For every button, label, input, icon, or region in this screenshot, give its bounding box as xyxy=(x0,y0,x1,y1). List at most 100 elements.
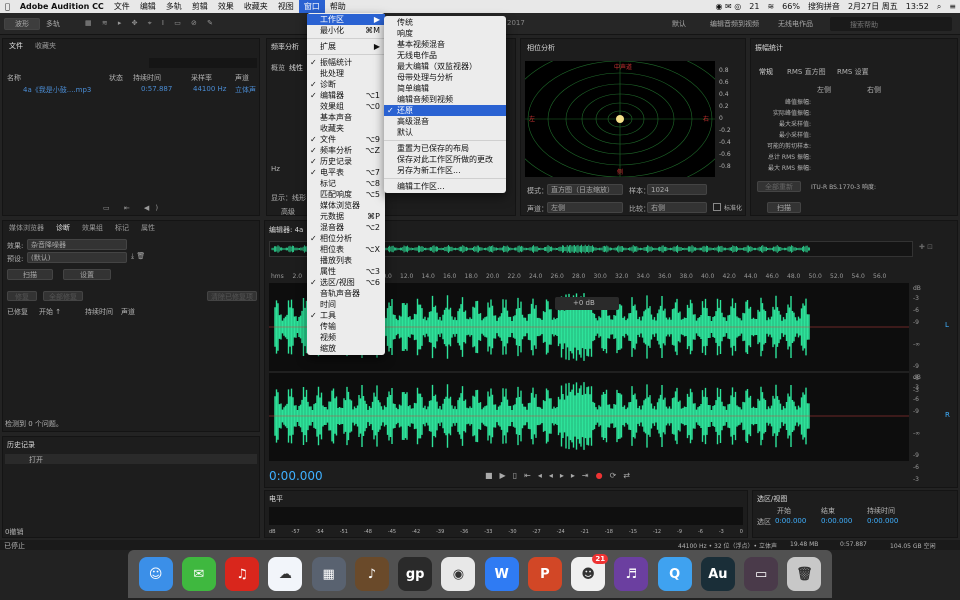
menu-file[interactable]: 文件 xyxy=(109,0,135,13)
baidu-netdisk-icon[interactable]: ☁ xyxy=(268,557,303,591)
repair-all-button[interactable]: 全部修复 xyxy=(43,291,83,301)
preset-select[interactable]: (默认) xyxy=(27,252,127,263)
sel-end-value[interactable]: 0:00.000 xyxy=(821,517,852,525)
workspace-menu-item[interactable]: 传统 xyxy=(384,17,506,28)
tab-media-browser[interactable]: 媒体浏览器 xyxy=(3,223,50,233)
history-item[interactable]: 打开 xyxy=(5,454,257,464)
window-menu-item[interactable]: ✓ 历史记录 xyxy=(307,156,385,167)
apple-menu-icon[interactable]:  xyxy=(0,0,15,13)
window-menu-item[interactable]: ✓ 振幅统计 xyxy=(307,57,385,68)
screen-preview-icon[interactable]: ▭ xyxy=(744,557,779,591)
tab-effects-rack[interactable]: 效果组 xyxy=(76,223,109,233)
window-menu-item[interactable]: ✓ 诊断 xyxy=(307,79,385,90)
window-menu-item[interactable]: ✓ 编辑器 ⌥1 xyxy=(307,90,385,101)
powerpoint-icon[interactable]: P xyxy=(527,557,562,591)
repair-button[interactable]: 修复 xyxy=(7,291,37,301)
app-menu[interactable]: Adobe Audition CC xyxy=(15,0,109,13)
tab-rms-settings[interactable]: RMS 设置 xyxy=(837,67,869,77)
window-menu-item[interactable]: 工作区 ▶ xyxy=(307,14,385,25)
menu-effects[interactable]: 效果 xyxy=(213,0,239,13)
phase-samples-select[interactable]: 1024 xyxy=(647,184,707,195)
window-menu-item[interactable]: ✓ 相位分析 xyxy=(307,233,385,244)
sel-duration-value[interactable]: 0:00.000 xyxy=(867,517,898,525)
tab-favorites[interactable]: 收藏夹 xyxy=(29,41,62,51)
workspace-menu-item[interactable]: 编辑工作区... xyxy=(384,181,506,192)
menu-list-icon[interactable]: ≡ xyxy=(945,2,960,11)
window-menu-item[interactable]: 批处理 xyxy=(307,68,385,79)
window-menu-item[interactable]: 媒体浏览器 xyxy=(307,200,385,211)
window-menu-item[interactable]: 播放列表 xyxy=(307,255,385,266)
tab-files[interactable]: 文件 xyxy=(3,41,29,51)
workspace-menu-item[interactable]: 编辑音频到视频 xyxy=(384,94,506,105)
qq-icon[interactable]: ☻ 21 xyxy=(571,554,609,591)
notification-badge[interactable]: 21 xyxy=(745,2,763,11)
workspace-menu-item[interactable]: 无线电作品 xyxy=(384,50,506,61)
window-menu-item[interactable]: 收藏夹 xyxy=(307,123,385,134)
tab-general[interactable]: 常规 xyxy=(759,67,773,77)
file-row-name[interactable]: 4a《我是小鼓....mp3 xyxy=(23,85,91,95)
search-icon[interactable]: ⌕ xyxy=(933,2,945,12)
frequency-advanced[interactable]: 高级 xyxy=(281,207,295,217)
col-duration-diag[interactable]: 持续时间 xyxy=(85,307,113,317)
tab-markers[interactable]: 标记 xyxy=(109,223,135,233)
window-menu-item[interactable]: ✓ 电平表 ⌥7 xyxy=(307,167,385,178)
qq-browser-icon[interactable]: Q xyxy=(657,557,692,591)
rescan-all-button[interactable]: 全部重新 xyxy=(757,181,801,192)
window-menu-item[interactable]: 匹配响度 ⌥5 xyxy=(307,189,385,200)
window-menu-item[interactable]: 扩展 ▶ xyxy=(307,41,385,52)
window-menu-item[interactable]: 时间 xyxy=(307,299,385,310)
col-repaired[interactable]: 已修复 xyxy=(7,307,28,317)
col-start[interactable]: 开始 ↑ xyxy=(39,307,61,317)
workspace-menu-item[interactable]: 另存为新工作区... xyxy=(384,165,506,176)
channel-r-button[interactable]: R xyxy=(945,411,950,419)
diag-settings-button[interactable]: 设置 xyxy=(63,269,111,280)
window-menu-item[interactable]: 标记 ⌥8 xyxy=(307,178,385,189)
workspace-menu-item[interactable]: 高级混音 xyxy=(384,116,506,127)
workspace-menu-item[interactable]: 基本视频混音 xyxy=(384,39,506,50)
window-menu-item[interactable]: 缩放 xyxy=(307,343,385,354)
window-menu-item[interactable]: 混音器 ⌥2 xyxy=(307,222,385,233)
window-menu-item[interactable]: 最小化 ⌘M xyxy=(307,25,385,36)
channel-l-button[interactable]: L xyxy=(945,321,949,329)
window-menu-item[interactable]: 视频 xyxy=(307,332,385,343)
menu-favorites[interactable]: 收藏夹 xyxy=(239,0,273,13)
phase-mode-select[interactable]: 直方图（日志缩放） xyxy=(547,184,623,195)
files-search-input[interactable] xyxy=(149,58,257,68)
input-method[interactable]: 搜狗拼音 xyxy=(804,1,844,12)
window-menu-item[interactable]: 属性 ⌥3 xyxy=(307,266,385,277)
menu-help[interactable]: 帮助 xyxy=(325,0,351,13)
garageband-icon[interactable]: ♪ xyxy=(354,557,389,591)
status-icons[interactable]: ◉ ✉ ◎ xyxy=(712,2,746,11)
multitrack-view-button[interactable]: 多轨 xyxy=(46,19,60,29)
menu-edit[interactable]: 编辑 xyxy=(135,0,161,13)
window-menu-item[interactable]: 音轨声音器 xyxy=(307,288,385,299)
window-menu-item[interactable]: 基本声音 xyxy=(307,112,385,123)
zoom-icons[interactable]: ✚ ⊡ xyxy=(919,243,933,251)
menu-clip[interactable]: 剪辑 xyxy=(187,0,213,13)
menu-window[interactable]: 窗口 xyxy=(298,0,325,13)
clear-repaired-button[interactable]: 清除已修复项 xyxy=(207,291,257,301)
workspace-menu-item[interactable]: 母带处理与分析 xyxy=(384,72,506,83)
workspace-menu-item[interactable]: 最大编辑（双监视器） xyxy=(384,61,506,72)
window-menu-item[interactable]: ✓ 文件 ⌥9 xyxy=(307,134,385,145)
normalize-checkbox[interactable] xyxy=(713,203,721,211)
workspace-default[interactable]: 默认 xyxy=(672,19,686,29)
frequency-overview[interactable]: 概览 xyxy=(271,63,285,73)
transport-controls[interactable]: ■▶▯⇤◂◂▸▸⇥●⟳⇄ xyxy=(485,471,637,480)
col-status[interactable]: 状态 xyxy=(109,73,123,83)
window-menu-item[interactable]: 相位表 ⌥X xyxy=(307,244,385,255)
menu-view[interactable]: 视图 xyxy=(273,0,299,13)
files-footer-icons[interactable]: ▭ ⇤ ◀) xyxy=(103,204,164,212)
window-menu-item[interactable]: ✓ 工具 xyxy=(307,310,385,321)
window-menu-item[interactable]: ✓ 选区/视图 ⌥6 xyxy=(307,277,385,288)
window-menu-item[interactable]: 元数据 ⌘P xyxy=(307,211,385,222)
search-help-input[interactable]: 搜索帮助 xyxy=(830,17,952,31)
amplitude-scan-button[interactable]: 扫描 xyxy=(767,202,801,213)
tab-diagnostics[interactable]: 诊断 xyxy=(50,223,76,233)
col-rate[interactable]: 采样率 xyxy=(191,73,212,83)
save-preset-icon[interactable]: ⤓ 🗑 xyxy=(131,252,145,261)
window-menu-item[interactable]: 效果组 ⌥0 xyxy=(307,101,385,112)
frequency-display-label[interactable]: 显示：线形 xyxy=(271,193,306,203)
hud-volume[interactable]: +0 dB xyxy=(555,297,619,310)
music-app-icon[interactable]: ♬ xyxy=(614,557,649,591)
